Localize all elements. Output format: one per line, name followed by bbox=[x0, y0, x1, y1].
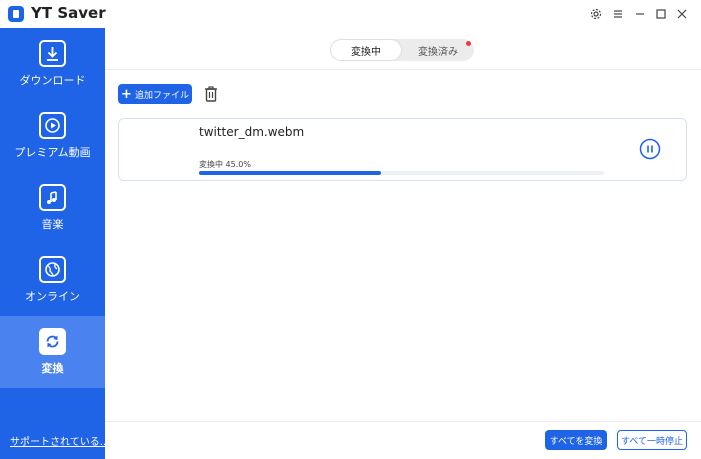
progress-bar bbox=[199, 171, 604, 175]
conversion-task-card: twitter_dm.webm 変換中 45.0% bbox=[118, 118, 687, 181]
notification-dot bbox=[466, 41, 471, 46]
progress-fill bbox=[199, 171, 382, 175]
trash-icon[interactable] bbox=[202, 85, 220, 103]
pause-icon[interactable] bbox=[639, 138, 661, 160]
close-icon[interactable] bbox=[673, 5, 691, 23]
file-name: twitter_dm.webm bbox=[199, 125, 305, 139]
app-logo-icon bbox=[8, 6, 24, 22]
sidebar-item-label: 変換 bbox=[41, 362, 64, 375]
maximize-icon[interactable] bbox=[652, 5, 670, 23]
support-link[interactable]: サポートされている... bbox=[10, 433, 109, 448]
title-bar: YT Saver bbox=[0, 0, 701, 28]
tab-converted-label: 変換済み bbox=[418, 46, 458, 58]
conversion-tabs: 変換中 変換済み bbox=[330, 39, 474, 61]
plus-icon: + bbox=[121, 86, 132, 102]
add-file-button[interactable]: + 追加ファイル bbox=[118, 84, 192, 104]
conversion-status: 変換中 45.0% bbox=[199, 160, 251, 169]
tab-converting[interactable]: 変換中 bbox=[331, 40, 401, 60]
sidebar-item-download[interactable]: ダウンロード bbox=[0, 28, 105, 100]
download-icon bbox=[39, 40, 66, 67]
divider bbox=[105, 69, 701, 70]
sidebar-item-convert[interactable]: 変換 bbox=[0, 316, 105, 388]
video-thumbnail bbox=[129, 127, 195, 173]
pause-all-button[interactable]: すべて一時停止 bbox=[617, 430, 687, 450]
convert-all-button[interactable]: すべてを変換 bbox=[545, 430, 607, 450]
sidebar-item-label: ダウンロード bbox=[19, 74, 86, 87]
sidebar: ダウンロード プレミアム動画 音楽 オンライン 変換 サポートされている... bbox=[0, 28, 109, 459]
play-circle-icon bbox=[39, 112, 66, 139]
sidebar-item-online[interactable]: オンライン bbox=[0, 244, 105, 316]
add-file-label: 追加ファイル bbox=[134, 90, 189, 101]
sidebar-item-premium-video[interactable]: プレミアム動画 bbox=[0, 100, 105, 172]
sidebar-item-music[interactable]: 音楽 bbox=[0, 172, 105, 244]
divider bbox=[105, 421, 701, 422]
settings-icon[interactable] bbox=[587, 5, 605, 23]
sidebar-item-label: プレミアム動画 bbox=[14, 146, 91, 159]
menu-icon[interactable] bbox=[609, 5, 627, 23]
globe-icon bbox=[39, 256, 66, 283]
music-note-icon bbox=[39, 184, 66, 211]
minimize-icon[interactable] bbox=[631, 5, 649, 23]
sidebar-item-label: 音楽 bbox=[41, 218, 64, 231]
tab-converted[interactable]: 変換済み bbox=[403, 39, 473, 61]
sidebar-item-label: オンライン bbox=[25, 290, 80, 303]
app-title: YT Saver bbox=[31, 4, 106, 22]
convert-icon bbox=[39, 328, 66, 355]
